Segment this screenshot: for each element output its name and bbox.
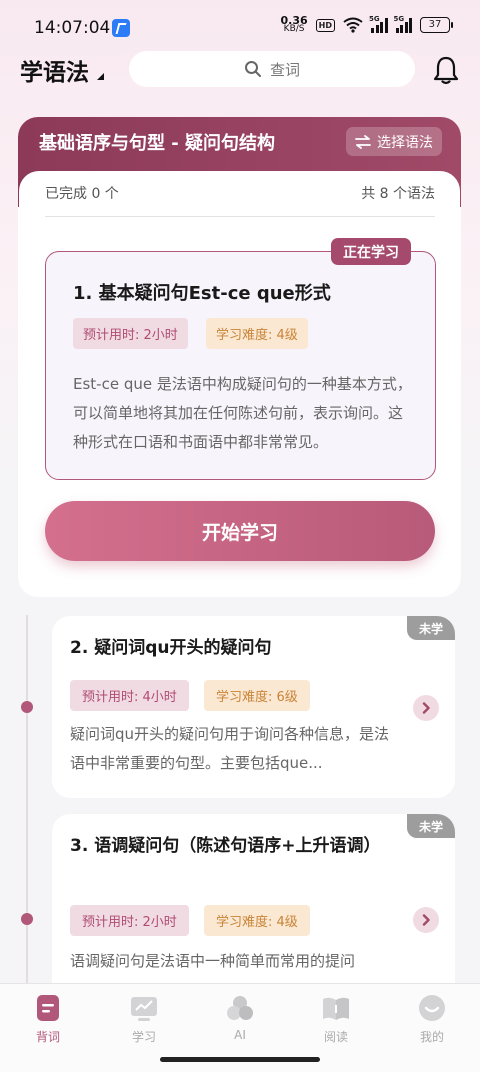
difficulty-tag: 学习难度: 4级	[204, 905, 310, 936]
select-grammar-label: 选择语法	[377, 134, 433, 151]
time-tag: 预计用时: 4小时	[70, 680, 189, 711]
unit-content: 已完成 0 个 共 8 个语法 正在学习 1. 基本疑问句Est-ce que形…	[19, 171, 460, 597]
profile-icon	[419, 995, 445, 1021]
title-dropdown-icon[interactable]	[97, 73, 104, 80]
swap-icon	[355, 134, 371, 149]
time-tag: 预计用时: 2小时	[73, 318, 188, 349]
chart-icon	[131, 997, 157, 1021]
lesson-card-3[interactable]: 未学 3. 语调疑问句（陈述句语序+上升语调） 预计用时: 2小时 学习难度: …	[52, 814, 455, 1004]
search-input[interactable]: 查词	[129, 51, 415, 87]
timeline-dot	[21, 913, 33, 925]
unit-title: 基础语序与句型 - 疑问句结构	[39, 133, 276, 154]
nav-label: 阅读	[323, 1030, 348, 1044]
current-lesson-title: 1. 基本疑问句Est-ce que形式	[73, 283, 331, 304]
lesson-title: 2. 疑问词qu开头的疑问句	[70, 638, 272, 658]
status-time: 14:07:04	[34, 18, 111, 38]
home-indicator[interactable]	[160, 1057, 320, 1062]
signal-icon-1: 5G	[369, 15, 388, 33]
bell-icon[interactable]	[432, 55, 460, 85]
difficulty-tag: 学习难度: 4级	[206, 318, 308, 349]
total-count: 共 8 个语法	[361, 186, 435, 202]
hd-badge: HD	[315, 18, 335, 32]
search-placeholder: 查词	[269, 60, 300, 79]
nav-item-study[interactable]: 学习	[109, 992, 179, 1052]
difficulty-tag: 学习难度: 6级	[204, 680, 310, 711]
status-badge: 未学	[407, 616, 455, 640]
battery-icon: 37	[420, 17, 453, 33]
lesson-description: 疑问词qu开头的疑问句用于询问各种信息，是法语中非常重要的句型。主要包括que.…	[70, 725, 390, 772]
wifi-icon	[343, 17, 363, 33]
select-grammar-button[interactable]: 选择语法	[346, 127, 442, 156]
nav-item-words[interactable]: 背词	[13, 992, 83, 1052]
status-badge: 未学	[407, 814, 455, 838]
signal-label-1: 5G	[369, 15, 380, 23]
learning-status-badge: 正在学习	[331, 238, 411, 265]
status-bar: 14:07:04 0.36 KB/S HD 5G 5G 37	[0, 0, 480, 56]
nav-item-ai[interactable]: AI	[205, 992, 275, 1052]
unit-card: 基础语序与句型 - 疑问句结构 选择语法 已完成 0 个 共 8 个语法 正在学…	[18, 117, 461, 597]
time-tag: 预计用时: 2小时	[70, 905, 189, 936]
nav-label: 学习	[131, 1030, 156, 1044]
start-learning-button[interactable]: 开始学习	[45, 501, 435, 561]
notification-app-icon	[112, 19, 130, 37]
status-indicators: 0.36 KB/S HD 5G 5G 37	[281, 15, 453, 34]
timeline-dot	[21, 701, 33, 713]
progress-row: 已完成 0 个 共 8 个语法	[45, 183, 435, 205]
lesson-description: 语调疑问句是法语中一种简单而常用的提问	[70, 952, 356, 970]
page-title[interactable]: 学语法	[20, 53, 89, 87]
nav-label: AI	[234, 1028, 246, 1042]
search-icon	[244, 61, 261, 77]
nav-label: 背词	[35, 1030, 60, 1044]
chevron-right-icon[interactable]	[413, 907, 439, 933]
current-lesson-card[interactable]: 正在学习 1. 基本疑问句Est-ce que形式 预计用时: 2小时 学习难度…	[45, 238, 436, 480]
network-speed: 0.36 KB/S	[281, 15, 308, 34]
nav-item-reading[interactable]: 阅读	[301, 992, 371, 1052]
lesson-card-2[interactable]: 未学 2. 疑问词qu开头的疑问句 预计用时: 4小时 学习难度: 6级 疑问词…	[52, 616, 455, 798]
lesson-title: 3. 语调疑问句（陈述句语序+上升语调）	[70, 836, 381, 856]
signal-label-2: 5G	[393, 15, 405, 23]
book-icon	[37, 995, 59, 1021]
net-speed-unit: KB/S	[283, 24, 305, 34]
completed-count: 已完成 0 个	[45, 186, 119, 202]
nav-label: 我的	[419, 1030, 444, 1044]
ai-icon	[227, 996, 253, 1020]
divider	[45, 216, 435, 217]
nav-item-profile[interactable]: 我的	[397, 992, 467, 1052]
timeline-line	[26, 615, 28, 985]
signal-icon-2: 5G	[393, 15, 412, 33]
current-lesson-description: Est-ce que 是法语中构成疑问句的一种基本方式，可以简单地将其加在任何陈…	[73, 375, 412, 451]
chevron-right-icon[interactable]	[413, 695, 439, 721]
reading-icon	[323, 997, 349, 1020]
